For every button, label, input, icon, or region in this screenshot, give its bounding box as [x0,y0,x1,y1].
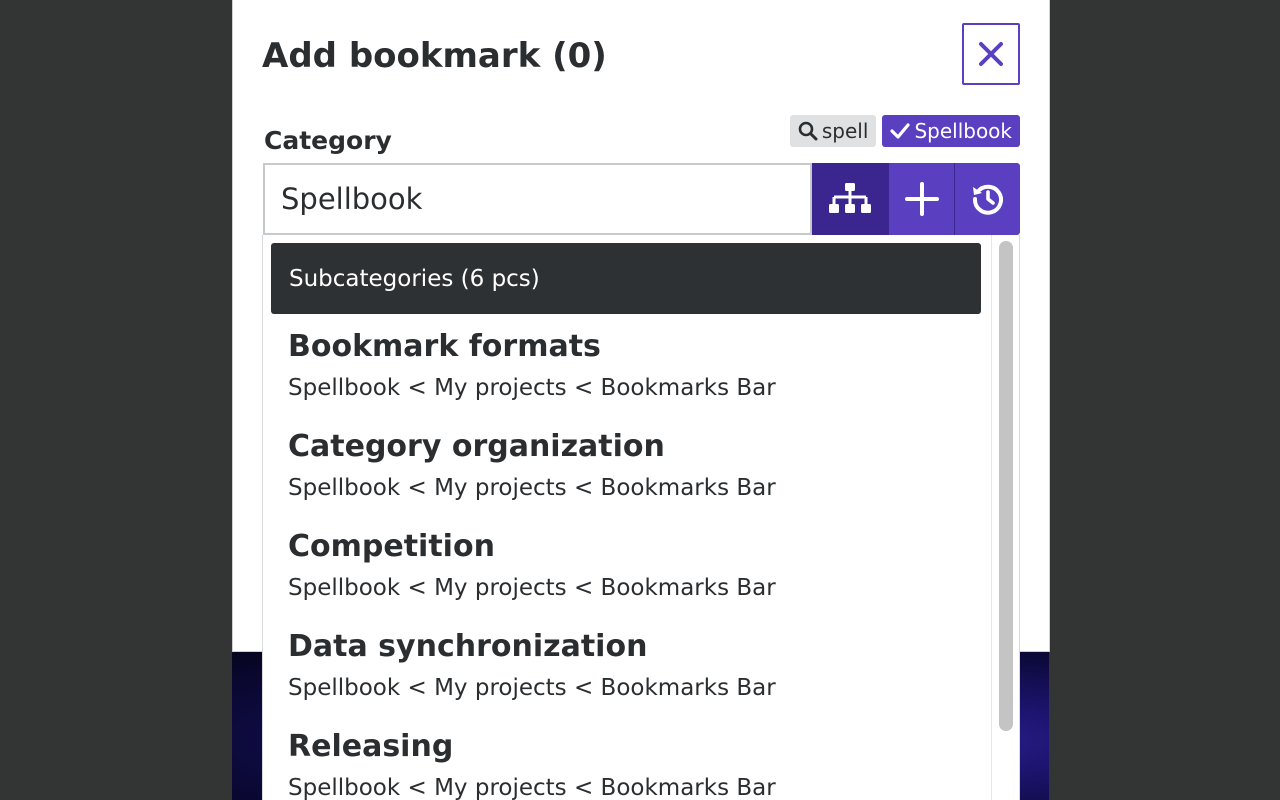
item-title: Competition [288,529,495,564]
close-icon [979,42,1003,66]
list-item[interactable]: Category organization Spellbook < My pro… [288,425,978,525]
search-term-chip[interactable]: spell [789,115,877,147]
modal-title: Add bookmark (0) [262,36,607,76]
list-item[interactable]: Competition Spellbook < My projects < Bo… [288,525,978,625]
dropdown-header: Subcategories (6 pcs) [271,243,981,314]
hierarchy-icon [829,183,871,213]
search-term-text: spell [821,119,869,143]
item-title: Category organization [288,429,665,464]
dropdown-scrollbar[interactable] [991,235,1019,800]
add-category-button[interactable] [888,163,954,235]
history-button[interactable] [954,163,1020,235]
category-input[interactable] [263,163,812,235]
list-item[interactable]: Data synchronization Spellbook < My proj… [288,625,978,725]
selected-category-chip[interactable]: Spellbook [882,115,1020,147]
item-path: Spellbook < My projects < Bookmarks Bar [288,375,776,401]
search-icon [798,121,818,141]
item-title: Data synchronization [288,629,648,664]
history-icon [972,184,1003,215]
item-path: Spellbook < My projects < Bookmarks Bar [288,675,776,701]
hierarchy-button[interactable] [812,163,888,235]
item-path: Spellbook < My projects < Bookmarks Bar [288,575,776,601]
list-item[interactable]: Releasing Spellbook < My projects < Book… [288,725,978,800]
item-title: Bookmark formats [288,329,601,364]
list-item[interactable]: Bookmark formats Spellbook < My projects… [288,325,978,425]
category-button-group [812,163,1020,235]
category-chips: spell Spellbook [789,115,1020,147]
item-title: Releasing [288,729,454,764]
selected-category-text: Spellbook [914,119,1012,143]
item-path: Spellbook < My projects < Bookmarks Bar [288,475,776,501]
item-path: Spellbook < My projects < Bookmarks Bar [288,775,776,800]
plus-icon [904,182,939,216]
subcategory-list: Bookmark formats Spellbook < My projects… [288,325,978,800]
close-button[interactable] [962,23,1020,85]
scrollbar-thumb[interactable] [999,241,1013,731]
category-label: Category [264,126,392,155]
subcategory-dropdown: Subcategories (6 pcs) Bookmark formats S… [262,235,1020,800]
check-icon [890,123,911,139]
